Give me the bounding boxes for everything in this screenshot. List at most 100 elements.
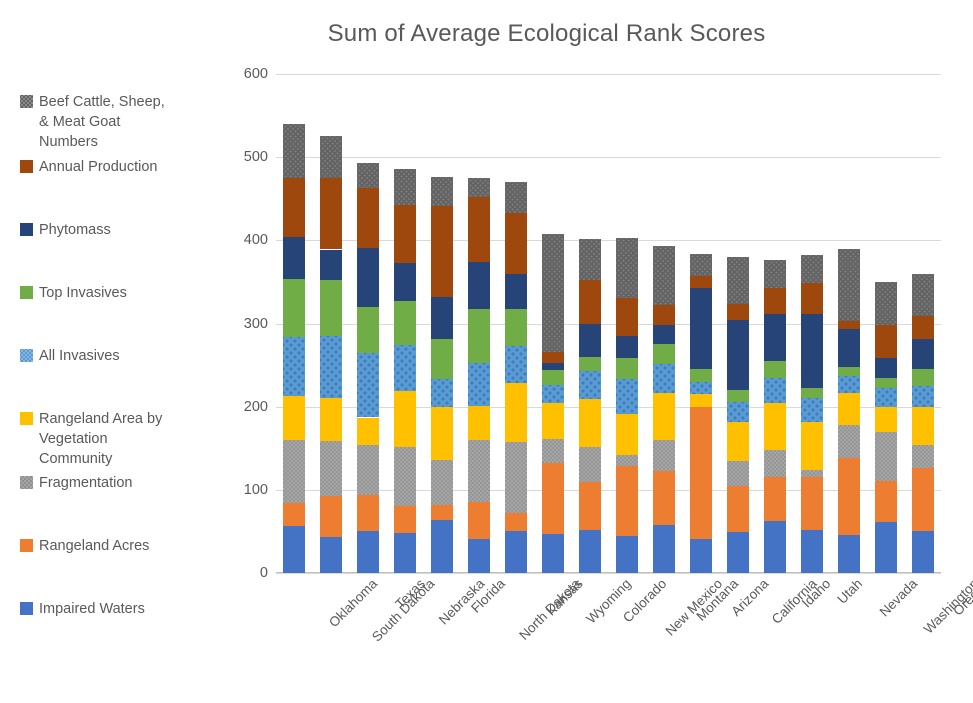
legend-swatch-icon [20,602,33,615]
bar-segment [763,449,786,477]
y-axis-ticks: 0 100 200 300 400 500 600 [216,66,268,581]
bar-wyoming[interactable] [542,233,565,573]
bar-segment [542,233,565,352]
bar-segment [505,182,528,213]
bar-segment [468,197,491,262]
bar-segment [320,177,343,250]
bar-texas[interactable] [357,163,380,573]
bar-segment [357,444,380,495]
bar-segment [763,402,786,450]
bar-segment [431,459,454,505]
bar-nebraska[interactable] [394,168,417,573]
bar-oregon[interactable] [911,274,934,573]
bar-oklahoma[interactable] [283,123,306,573]
bar-segment [800,469,823,477]
bar-segment [652,364,675,394]
bar-segment [689,276,712,288]
bar-segment [837,458,860,535]
legend-swatch-icon [20,412,33,425]
legend-item[interactable]: All Invasives [20,346,120,366]
bar-segment [911,468,934,531]
legend-item-label: Beef Cattle, Sheep, & Meat Goat Numbers [39,94,165,150]
bar-washington[interactable] [874,281,897,573]
bar-segment [874,387,897,407]
legend-swatch-icon [20,95,33,108]
bar-segment [763,314,786,361]
legend-swatch-icon [20,349,33,362]
legend-item[interactable]: Top Invasives [20,283,127,303]
bar-segment [726,532,749,573]
x-axis-tick-label: Nevada [876,576,920,620]
bar-segment [320,440,343,496]
bar-segment [911,369,934,386]
legend-item[interactable]: Annual Production [20,157,158,177]
bar-segment [394,301,417,346]
bar-segment [763,520,786,573]
bar-segment [874,406,897,433]
bar-north-dakota[interactable] [468,177,491,573]
legend-swatch-icon [20,223,33,236]
bar-segment [468,538,491,573]
bar-california[interactable] [726,256,749,573]
bar-segment [505,513,528,532]
x-axis-tick-label: Oklahoma [326,576,381,631]
legend-item-label: Rangeland Acres [39,538,150,554]
bar-florida[interactable] [431,177,454,573]
bar-segment [542,370,565,386]
bar-nevada[interactable] [837,248,860,573]
bar-kansas[interactable] [505,182,528,573]
legend-item[interactable]: Beef Cattle, Sheep, & Meat Goat Numbers [20,92,165,152]
bar-segment [837,321,860,329]
bar-segment [874,281,897,326]
legend-item-label: Rangeland Area by Vegetation Community [39,411,163,467]
bar-segment [394,168,417,206]
bar-segment [726,421,749,461]
legend-item-label: Phytomass [39,222,111,238]
bar-segment [357,306,380,353]
bar-segment [726,401,749,422]
bar-idaho[interactable] [763,260,786,573]
bar-new-mexico[interactable] [615,237,638,573]
bar-segment [652,524,675,573]
legend-item[interactable]: Phytomass [20,220,111,240]
plot-area [276,74,941,574]
bar-segment [652,470,675,525]
legend-item[interactable]: Rangeland Area by Vegetation Community [20,409,162,469]
bar-segment [283,439,306,504]
bar-segment [911,406,934,445]
y-axis-tick-label: 200 [243,398,268,415]
bar-segment [505,531,528,573]
bar-segment [726,460,749,486]
bar-segment [911,444,934,469]
bar-segment [800,282,823,314]
bar-colorado[interactable] [579,238,602,573]
bar-segment [615,358,638,380]
x-axis-tick-label: Utah [834,576,865,607]
bar-segment [579,323,602,357]
bar-segment [431,406,454,460]
bar-segment [652,393,675,440]
bar-segment [468,362,491,406]
gridline [276,74,941,75]
bar-south-dakota[interactable] [320,135,343,573]
bar-utah[interactable] [800,255,823,573]
legend-swatch-icon [20,160,33,173]
legend-item[interactable]: Fragmentation [20,473,133,493]
bar-segment [283,395,306,440]
bar-segment [874,378,897,388]
bar-segment [615,379,638,415]
legend-item[interactable]: Impaired Waters [20,599,145,619]
bar-segment [283,123,306,178]
bar-montana[interactable] [652,246,675,573]
bar-segment [615,297,638,336]
legend-item[interactable]: Rangeland Acres [20,536,149,556]
bar-segment [726,485,749,533]
bar-segment [874,432,897,481]
bar-segment [468,261,491,310]
bar-segment [394,262,417,302]
bar-arizona[interactable] [689,253,712,573]
bar-segment [394,390,417,448]
bar-segment [911,339,934,370]
bar-segment [615,237,638,298]
bar-segment [468,309,491,363]
